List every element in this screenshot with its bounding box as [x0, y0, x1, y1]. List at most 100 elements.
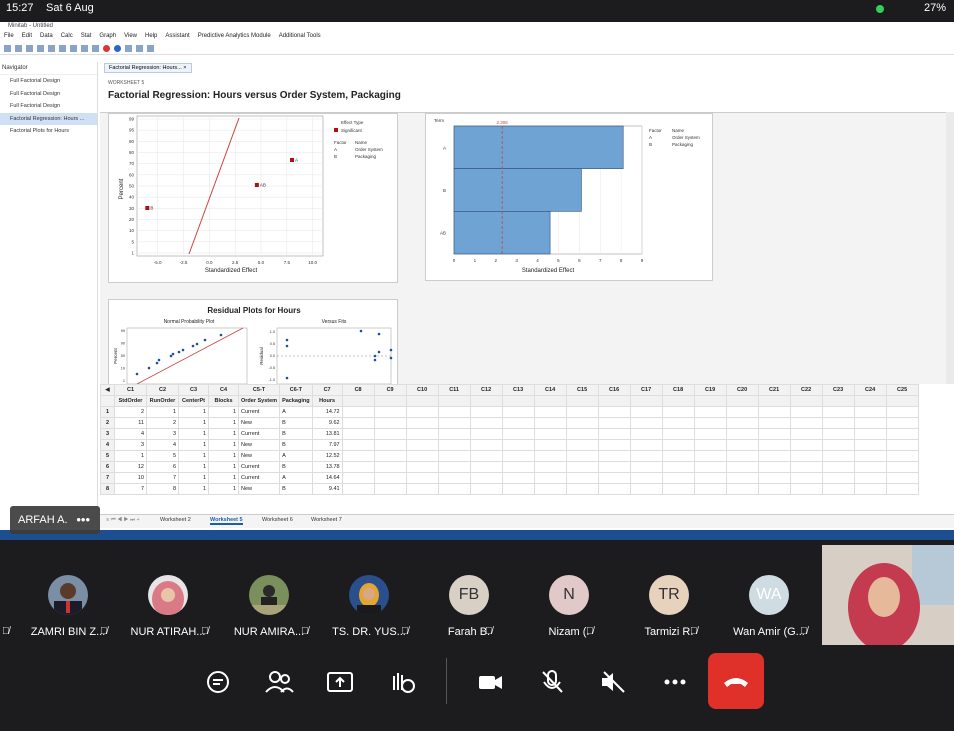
cell[interactable] [533, 461, 567, 473]
cell[interactable] [373, 406, 407, 418]
cell[interactable] [405, 406, 439, 418]
reactions-icon[interactable] [384, 664, 420, 700]
cell[interactable] [469, 428, 503, 440]
cell[interactable] [693, 417, 727, 429]
cell[interactable] [821, 406, 855, 418]
cell[interactable] [757, 428, 791, 440]
cell[interactable] [821, 461, 855, 473]
cell[interactable]: Current [237, 406, 281, 418]
cell[interactable] [821, 472, 855, 484]
cell[interactable] [629, 461, 663, 473]
cell[interactable]: A [279, 472, 313, 484]
cell[interactable]: 12 [114, 461, 147, 473]
cell[interactable] [437, 461, 471, 473]
pareto-chart[interactable]: 2.306 Term A B AB 0123456789 Standardized … [425, 113, 713, 281]
cell[interactable]: 9.41 [311, 483, 343, 495]
cell[interactable]: 1 [178, 428, 209, 440]
participant-tile[interactable]: TR Tarmizi R. [619, 545, 719, 645]
cell[interactable] [565, 395, 599, 407]
sheet-tab-7[interactable]: Worksheet 7 [311, 517, 342, 523]
cell[interactable] [565, 483, 599, 495]
cell[interactable] [757, 439, 791, 451]
cell[interactable] [757, 461, 791, 473]
cell[interactable]: 1 [208, 472, 239, 484]
nav-item-factorial-design-3[interactable]: Full Factorial Design [0, 100, 97, 113]
cell[interactable] [725, 439, 759, 451]
cell[interactable] [405, 417, 439, 429]
more-icon[interactable] [657, 664, 693, 700]
cell[interactable] [853, 406, 887, 418]
cell[interactable] [885, 395, 919, 407]
menu-calc[interactable]: Calc [61, 33, 73, 42]
cell[interactable]: 4 [146, 439, 179, 451]
cell[interactable]: 13.81 [311, 428, 343, 440]
cell[interactable]: C6-T [279, 384, 313, 396]
sheet-tab-2[interactable]: Worksheet 2 [160, 517, 191, 523]
cell[interactable]: C18 [661, 384, 695, 396]
cell[interactable]: 1 [178, 439, 209, 451]
cell[interactable] [373, 483, 407, 495]
cell[interactable] [533, 395, 567, 407]
cell[interactable] [853, 461, 887, 473]
cell[interactable]: Packaging [279, 395, 313, 407]
nav-item-factorial-design-2[interactable]: Full Factorial Design [0, 88, 97, 101]
cell[interactable]: New [237, 483, 281, 495]
cell[interactable] [789, 450, 823, 462]
row-number[interactable]: 4 [100, 439, 115, 451]
graph-tool-icon[interactable] [147, 45, 154, 52]
cell[interactable] [821, 439, 855, 451]
sheet-tab-6[interactable]: Worksheet 6 [262, 517, 293, 523]
help-icon[interactable] [114, 45, 121, 52]
cell[interactable] [661, 483, 695, 495]
cell[interactable] [629, 483, 663, 495]
cell[interactable] [661, 472, 695, 484]
cell[interactable] [373, 439, 407, 451]
cell[interactable]: 3 [146, 428, 179, 440]
cell[interactable] [501, 450, 535, 462]
cell[interactable]: 1 [208, 428, 239, 440]
cell[interactable]: Hours [311, 395, 343, 407]
cell[interactable] [885, 483, 919, 495]
presenter-name-tag[interactable]: ARFAH A. ••• [10, 506, 100, 534]
cell[interactable]: A [279, 450, 313, 462]
cell[interactable] [469, 461, 503, 473]
cell[interactable]: Blocks [208, 395, 239, 407]
cell[interactable] [501, 428, 535, 440]
cell[interactable] [373, 417, 407, 429]
cell[interactable] [789, 472, 823, 484]
cell[interactable] [789, 439, 823, 451]
menu-predictive[interactable]: Predictive Analytics Module [198, 33, 271, 42]
cell[interactable]: B [279, 461, 313, 473]
chat-icon[interactable] [200, 664, 236, 700]
cell[interactable] [469, 417, 503, 429]
cell[interactable] [597, 428, 631, 440]
close-icon[interactable]: × [183, 65, 186, 71]
cell[interactable]: 8 [146, 483, 179, 495]
cell[interactable] [725, 472, 759, 484]
cell[interactable] [725, 483, 759, 495]
cell[interactable] [629, 472, 663, 484]
open-icon[interactable] [15, 45, 22, 52]
cell[interactable]: C8 [341, 384, 375, 396]
cell[interactable] [821, 395, 855, 407]
cell[interactable]: 1 [178, 483, 209, 495]
cell[interactable]: C25 [885, 384, 919, 396]
undo-icon[interactable] [81, 45, 88, 52]
cell[interactable] [405, 439, 439, 451]
cell[interactable] [853, 483, 887, 495]
stop-icon[interactable] [103, 45, 110, 52]
menu-data[interactable]: Data [40, 33, 53, 42]
cell[interactable]: 13.78 [311, 461, 343, 473]
participant-tile[interactable]: N Nizam (. [519, 545, 619, 645]
cell[interactable]: 5 [146, 450, 179, 462]
cell[interactable] [437, 417, 471, 429]
cell[interactable] [501, 461, 535, 473]
sheet-nav-arrows-icon[interactable]: ≡ ⏮ ◀ ▶ ⏭ + [106, 517, 140, 524]
row-number[interactable]: 6 [100, 461, 115, 473]
cell[interactable]: C4 [208, 384, 239, 396]
cell[interactable] [533, 406, 567, 418]
redo-icon[interactable] [92, 45, 99, 52]
cell[interactable]: C19 [693, 384, 727, 396]
cell[interactable]: C16 [597, 384, 631, 396]
cell[interactable] [341, 450, 375, 462]
